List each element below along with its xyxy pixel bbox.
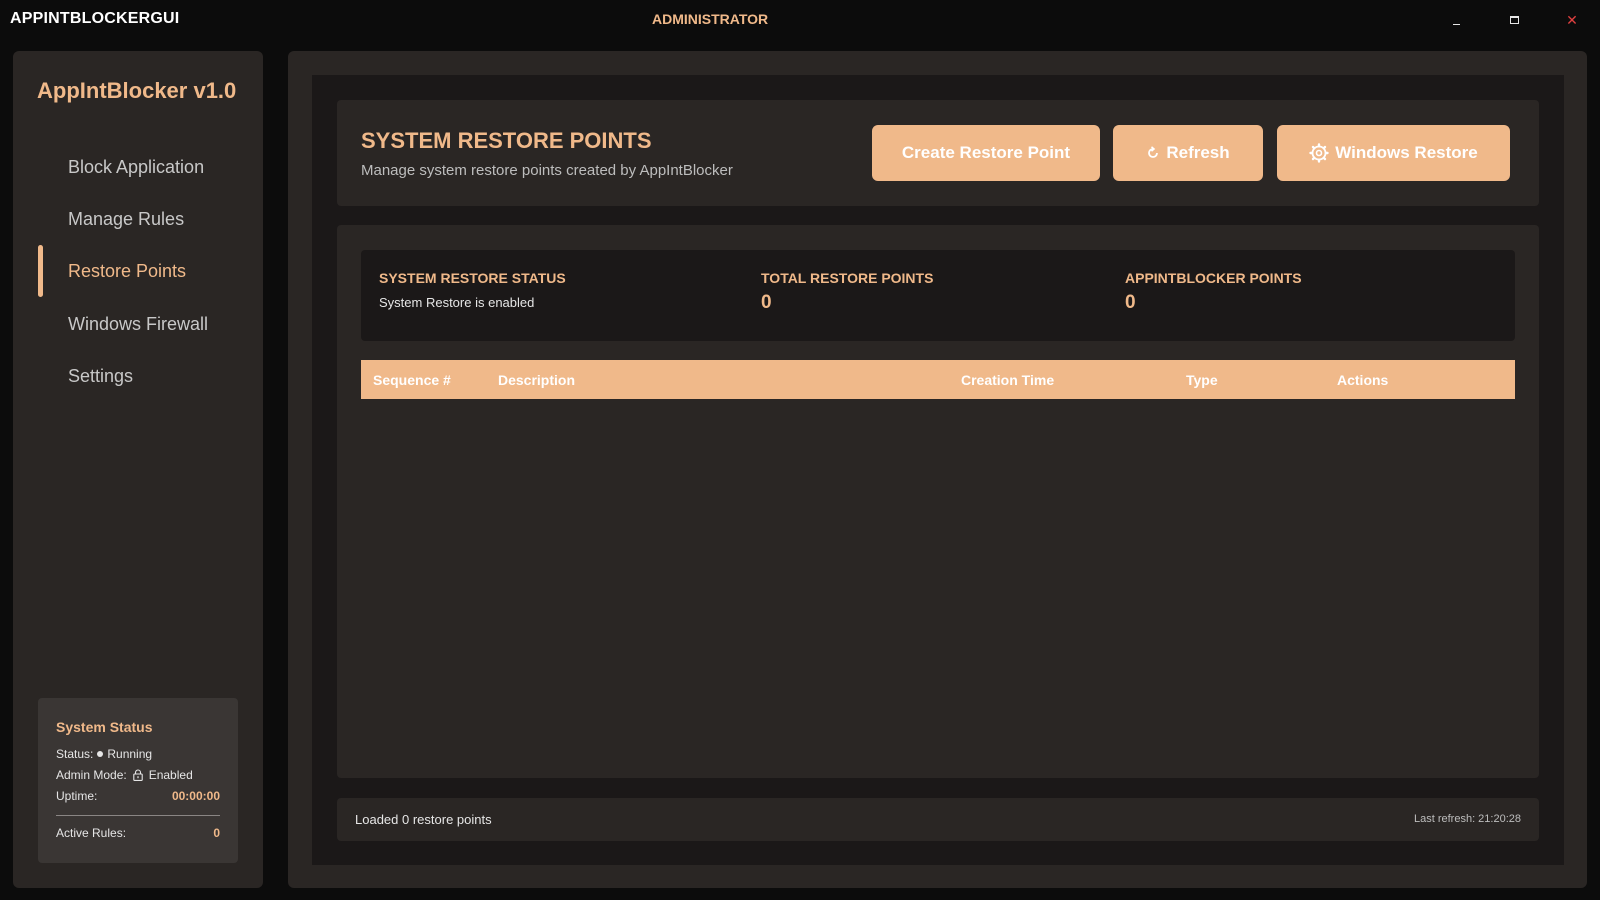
column-header-description[interactable]: Description [498, 360, 575, 399]
status-divider [56, 815, 220, 816]
windows-restore-label: Windows Restore [1335, 143, 1478, 162]
active-rules-row: Active Rules: 0 [56, 826, 220, 840]
status-dot-icon [97, 751, 104, 757]
column-header-type[interactable]: Type [1186, 360, 1218, 399]
total-restore-points-label: TOTAL RESTORE POINTS [761, 270, 934, 286]
sidebar-item-label: Settings [68, 365, 134, 386]
close-button[interactable]: ✕ [1554, 8, 1590, 32]
page-title: SYSTEM RESTORE POINTS [361, 128, 652, 153]
refresh-label: Refresh [1166, 143, 1230, 162]
sidebar-item-settings[interactable]: Settings [38, 350, 238, 402]
refresh-icon [1146, 146, 1160, 160]
sidebar-item-label: Manage Rules [68, 208, 185, 229]
sidebar-item-manage-rules[interactable]: Manage Rules [38, 193, 238, 245]
uptime-row: Uptime: 00:00:00 [56, 789, 220, 803]
sidebar-item-label: Restore Points [68, 260, 187, 281]
gear-icon [1309, 143, 1329, 163]
app-brand: AppIntBlocker v1.0 [37, 78, 237, 103]
create-restore-point-button[interactable]: Create Restore Point [872, 125, 1100, 181]
status-footer: Loaded 0 restore points Last refresh: 21… [337, 798, 1539, 841]
create-restore-point-label: Create Restore Point [901, 143, 1071, 162]
uptime-value: 00:00:00 [171, 789, 220, 803]
admin-mode-row: Admin Mode: Enabled [56, 768, 220, 782]
restore-points-panel: SYSTEM RESTORE STATUS System Restore is … [337, 225, 1539, 778]
app-name: APPINTBLOCKERGUI [10, 10, 180, 27]
system-status-title: System Status [56, 719, 153, 735]
system-restore-status: SYSTEM RESTORE STATUS System Restore is … [379, 270, 566, 310]
sidebar-item-label: Windows Firewall [68, 313, 209, 334]
load-status-text: Loaded 0 restore points [355, 812, 492, 827]
status-value: Running [107, 747, 153, 761]
maximize-button[interactable] [1496, 8, 1532, 32]
stats-panel: SYSTEM RESTORE STATUS System Restore is … [361, 250, 1515, 341]
minimize-icon [1452, 23, 1460, 25]
sidebar-item-windows-firewall[interactable]: Windows Firewall [38, 298, 238, 350]
title-bar: APPINTBLOCKERGUI ADMINISTRATOR ✕ [0, 0, 1600, 40]
admin-label: ADMINISTRATOR [652, 11, 769, 27]
total-restore-points: TOTAL RESTORE POINTS 0 [761, 270, 933, 314]
admin-mode-value: Enabled [148, 768, 193, 782]
system-restore-status-label: SYSTEM RESTORE STATUS [379, 270, 566, 286]
appintblocker-points-value: 0 [1125, 292, 1136, 313]
column-header-creation-time[interactable]: Creation Time [961, 360, 1054, 399]
column-header-sequence[interactable]: Sequence # [373, 360, 451, 399]
uptime-label: Uptime: [56, 789, 98, 803]
sidebar: AppIntBlocker v1.0 Block Application Man… [13, 51, 263, 888]
active-rules-value: 0 [213, 826, 220, 840]
page-subtitle: Manage system restore points created by … [361, 162, 733, 179]
page-header: SYSTEM RESTORE POINTS Manage system rest… [337, 100, 1539, 206]
sidebar-item-restore-points[interactable]: Restore Points [38, 245, 238, 297]
last-refresh-text: Last refresh: 21:20:28 [1413, 813, 1521, 825]
system-status-card: System Status Status: Running Admin Mode… [38, 698, 238, 863]
close-icon: ✕ [1566, 11, 1578, 28]
total-restore-points-value: 0 [761, 292, 772, 313]
minimize-button[interactable] [1438, 8, 1474, 32]
appintblocker-points-label: APPINTBLOCKER POINTS [1125, 270, 1302, 286]
status-label: Status: [56, 747, 94, 761]
maximize-icon [1509, 16, 1519, 24]
windows-restore-button[interactable]: Windows Restore [1277, 125, 1510, 181]
sidebar-item-label: Block Application [68, 156, 205, 177]
restore-points-table-header: Sequence # Description Creation Time Typ… [361, 360, 1515, 399]
lock-icon [132, 769, 143, 781]
sidebar-item-block-application[interactable]: Block Application [38, 141, 238, 193]
column-header-actions[interactable]: Actions [1337, 360, 1388, 399]
refresh-button[interactable]: Refresh [1113, 125, 1263, 181]
admin-mode-label: Admin Mode: [56, 768, 127, 782]
system-restore-status-text: System Restore is enabled [379, 295, 535, 310]
main-frame: SYSTEM RESTORE POINTS Manage system rest… [288, 51, 1587, 888]
main-content: SYSTEM RESTORE POINTS Manage system rest… [312, 75, 1564, 865]
active-rules-label: Active Rules: [56, 826, 127, 840]
status-row: Status: Running [56, 747, 220, 761]
appintblocker-points: APPINTBLOCKER POINTS 0 [1125, 270, 1302, 314]
